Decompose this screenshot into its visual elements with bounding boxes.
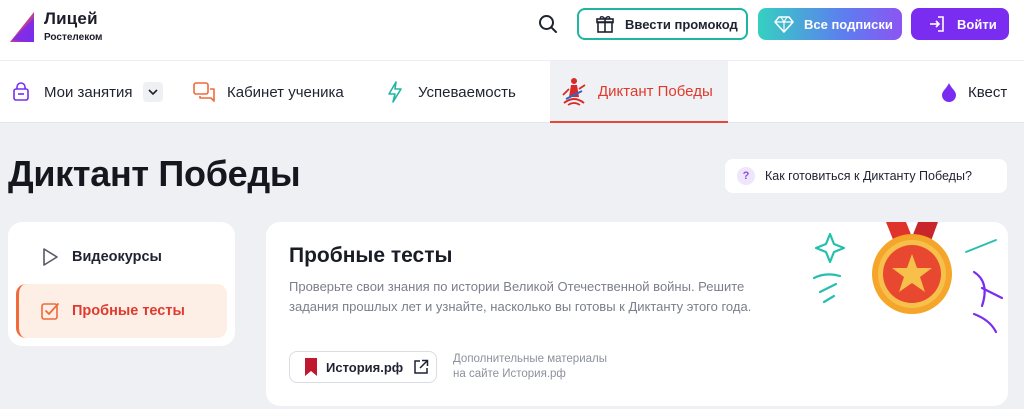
victory-emblem-icon [560,73,588,109]
all-subscriptions-button[interactable]: Все подписки [758,8,902,40]
medal-illustration-icon [812,222,1004,334]
login-icon [927,14,947,34]
nav-item-my-lessons[interactable]: Мои занятия [10,61,163,123]
checkbox-icon [40,301,60,321]
logo-subtitle: Ростелеком [44,32,103,43]
extra-materials-line1: Дополнительные материалы [453,353,608,365]
diamond-icon [774,14,794,34]
sidebar-item-practice-tests[interactable]: Пробные тесты [16,284,227,338]
play-icon [40,247,60,267]
practice-tests-card: Пробные тесты Проверьте свои знания по и… [266,222,1008,406]
extra-materials-line2: на сайте История.рф [453,368,566,380]
extra-materials-note: Дополнительные материалы на сайте Истори… [453,352,607,382]
lyceum-logo-icon [10,12,34,42]
nav-item-victory-dictation[interactable]: Диктант Победы [550,61,728,123]
login-label: Войти [957,16,997,32]
nav-item-quest[interactable]: Квест [938,61,1007,123]
logo-title: Лицей [44,9,98,28]
search-icon [539,15,557,33]
nav-label-student-cabinet: Кабинет ученика [227,83,344,101]
promo-code-button[interactable]: Ввести промокод [577,8,748,40]
gift-icon [595,14,615,34]
nav-label-progress: Успеваемость [418,83,516,101]
search-button[interactable] [533,10,563,38]
sidebar-label-practice-tests: Пробные тесты [72,303,185,319]
sidebar-item-video-courses[interactable]: Видеокурсы [16,230,227,284]
external-link-icon [414,359,429,374]
chevron-down-icon[interactable] [142,82,163,102]
lightning-icon [384,81,406,103]
bookmark-icon [305,358,317,376]
nav-item-student-cabinet[interactable]: Кабинет ученика [193,61,344,123]
header: Лицей Ростелеком Ввести промокод Все под… [0,0,1024,61]
help-preparation-label: Как готовиться к Диктанту Победы? [765,169,972,183]
chat-icon [193,81,215,103]
nav-label-my-lessons: Мои занятия [44,83,133,101]
istoriya-rf-label: История.рф [326,359,404,375]
sidebar: Видеокурсы Пробные тесты [8,222,235,346]
all-subscriptions-label: Все подписки [804,16,893,32]
logo[interactable]: Лицей Ростелеком [8,8,118,48]
main-nav: Мои занятия Кабинет ученика Успеваемость [0,61,1024,123]
card-title: Пробные тесты [289,244,453,267]
sidebar-label-video-courses: Видеокурсы [72,249,162,265]
graduation-cap-icon [10,81,32,103]
drop-icon [938,81,960,103]
istoriya-rf-link[interactable]: История.рф [289,351,437,383]
nav-label-quest: Квест [968,83,1008,101]
promo-code-label: Ввести промокод [625,16,738,32]
page-title: Диктант Победы [8,153,301,194]
nav-label-victory-dictation: Диктант Победы [598,82,713,100]
question-icon: ? [737,167,755,185]
card-description: Проверьте свои знания по истории Великой… [289,279,752,314]
help-preparation-link[interactable]: ? Как готовиться к Диктанту Победы? [725,159,1007,193]
nav-item-progress[interactable]: Успеваемость [384,61,516,123]
login-button[interactable]: Войти [911,8,1009,40]
